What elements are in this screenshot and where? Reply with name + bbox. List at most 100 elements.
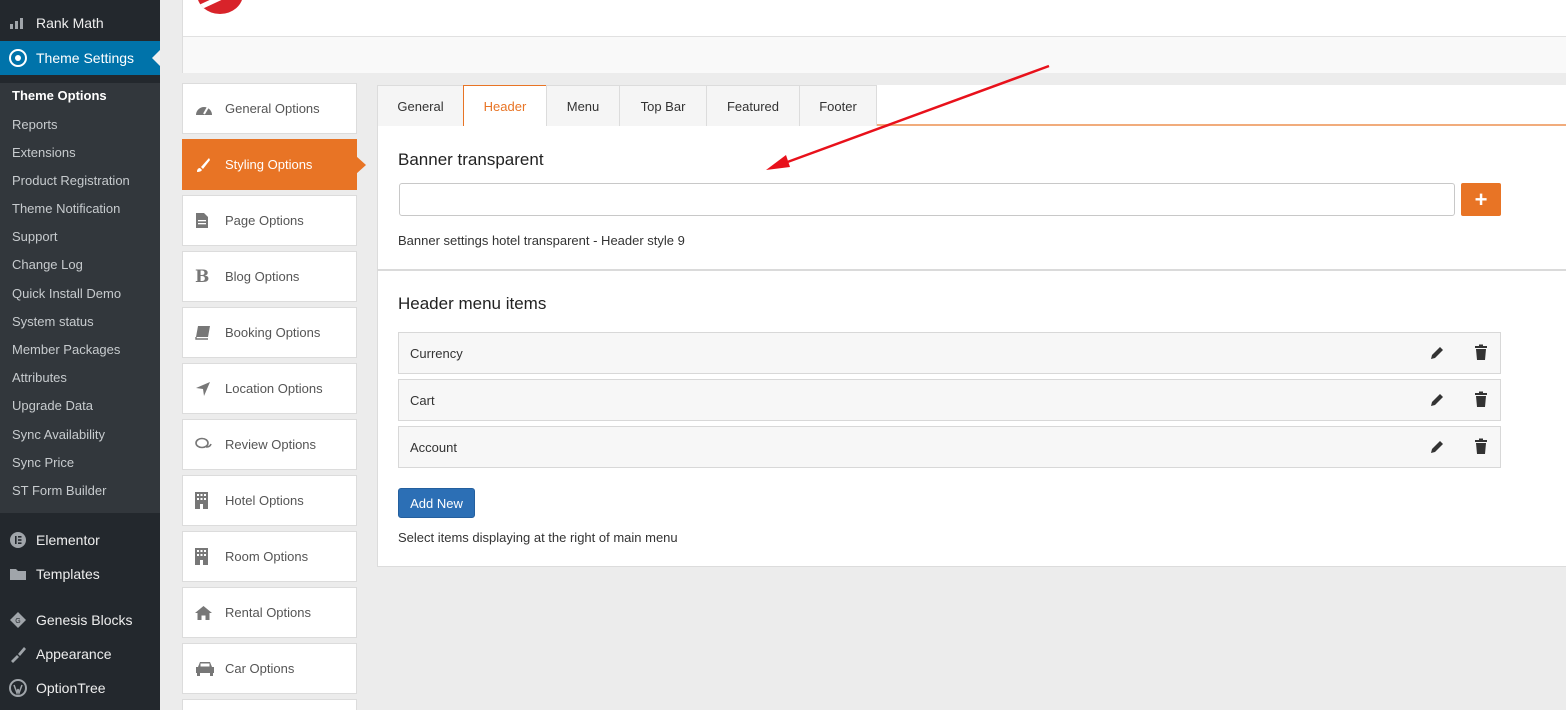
theme-settings-submenu: Theme Options Reports Extensions Product…: [0, 83, 160, 513]
nav-room-options[interactable]: Room Options: [182, 531, 357, 582]
list-item[interactable]: Cart: [398, 379, 1501, 421]
submenu-member-packages[interactable]: Member Packages: [12, 340, 120, 360]
wordpress-icon: [0, 671, 36, 705]
menu-rank-math[interactable]: Rank Math: [0, 6, 160, 40]
list-item-label: Cart: [410, 392, 435, 408]
menu-genesis-blocks[interactable]: G Genesis Blocks: [0, 603, 160, 637]
submenu-sync-price[interactable]: Sync Price: [12, 453, 74, 473]
building-icon: [195, 548, 225, 565]
nav-review-options[interactable]: Review Options: [182, 419, 357, 470]
trash-icon[interactable]: [1472, 391, 1490, 409]
submenu-sync-availability[interactable]: Sync Availability: [12, 425, 105, 445]
file-text-icon: [195, 212, 225, 229]
nav-label: Car Options: [225, 661, 295, 676]
bar-chart-icon: [0, 6, 36, 40]
paintbrush-icon: [0, 637, 36, 671]
nav-item-partial[interactable]: [182, 699, 357, 710]
nav-hotel-options[interactable]: Hotel Options: [182, 475, 357, 526]
paint-brush-icon: [195, 157, 225, 173]
submenu-extensions[interactable]: Extensions: [12, 143, 76, 163]
trash-icon[interactable]: [1472, 344, 1490, 362]
banner-upload-input[interactable]: [399, 183, 1455, 216]
submenu-theme-options[interactable]: Theme Options: [12, 86, 107, 106]
tab-header[interactable]: Header: [463, 85, 547, 126]
menu-label: Rank Math: [36, 15, 104, 31]
tab-top-bar[interactable]: Top Bar: [619, 85, 707, 126]
tab-menu[interactable]: Menu: [546, 85, 620, 126]
menu-label: Appearance: [36, 646, 112, 662]
menu-optiontree[interactable]: OptionTree: [0, 671, 160, 705]
pencil-icon[interactable]: [1428, 344, 1446, 362]
submenu-support[interactable]: Support: [12, 227, 58, 247]
nav-label: Rental Options: [225, 605, 311, 620]
nav-car-options[interactable]: Car Options: [182, 643, 357, 694]
genesis-icon: G: [0, 603, 36, 637]
submenu-quick-install-demo[interactable]: Quick Install Demo: [12, 284, 121, 304]
nav-page-options[interactable]: Page Options: [182, 195, 357, 246]
menu-label: Elementor: [36, 532, 100, 548]
bold-b-icon: B: [195, 266, 210, 287]
submenu-theme-notification[interactable]: Theme Notification: [12, 199, 120, 219]
theme-settings-icon: [0, 41, 36, 75]
header-menu-description: Select items displaying at the right of …: [398, 530, 678, 545]
pencil-icon[interactable]: [1428, 438, 1446, 456]
nav-label: Booking Options: [225, 325, 321, 340]
submenu-product-registration[interactable]: Product Registration: [12, 171, 130, 191]
admin-sidebar: Rank Math Theme Settings Theme Options R…: [0, 0, 160, 710]
banner-description: Banner settings hotel transparent - Head…: [398, 233, 685, 248]
nav-blog-options[interactable]: B Blog Options: [182, 251, 357, 302]
banner-title: Banner transparent: [398, 150, 544, 169]
header-menu-title: Header menu items: [398, 294, 547, 313]
tab-general[interactable]: General: [377, 85, 464, 126]
comments-icon: [195, 437, 225, 452]
nav-booking-options[interactable]: Booking Options: [182, 307, 357, 358]
location-arrow-icon: [195, 381, 225, 397]
add-new-button[interactable]: Add New: [398, 488, 475, 518]
svg-text:G: G: [15, 618, 20, 625]
dashboard-icon: [195, 102, 225, 116]
list-item-label: Account: [410, 439, 457, 455]
list-item[interactable]: Currency: [398, 332, 1501, 374]
nav-location-options[interactable]: Location Options: [182, 363, 357, 414]
nav-styling-options[interactable]: Styling Options: [182, 139, 366, 190]
nav-general-options[interactable]: General Options: [182, 83, 357, 134]
nav-label: Hotel Options: [225, 493, 304, 508]
banner-add-button[interactable]: +: [1461, 183, 1501, 216]
plus-icon: +: [1474, 186, 1488, 212]
building-icon: [195, 492, 225, 509]
trash-icon[interactable]: [1472, 438, 1490, 456]
menu-appearance[interactable]: Appearance: [0, 637, 160, 671]
elementor-icon: [0, 523, 36, 557]
nav-label: Location Options: [225, 381, 323, 396]
car-icon: [195, 661, 225, 676]
tab-footer[interactable]: Footer: [799, 85, 877, 126]
options-header: [182, 0, 1566, 73]
nav-rental-options[interactable]: Rental Options: [182, 587, 357, 638]
menu-templates[interactable]: Templates: [0, 557, 160, 591]
list-item[interactable]: Account: [398, 426, 1501, 468]
options-panel: [377, 85, 1566, 567]
section-divider: [377, 269, 1566, 271]
tab-featured[interactable]: Featured: [706, 85, 800, 126]
submenu-st-form-builder[interactable]: ST Form Builder: [12, 481, 106, 501]
tab-bar: General Header Menu Top Bar Featured Foo…: [377, 85, 877, 126]
list-item-label: Currency: [410, 345, 463, 361]
book-icon: [195, 325, 225, 340]
nav-label: Review Options: [225, 437, 317, 452]
submenu-system-status[interactable]: System status: [12, 312, 94, 332]
nav-label: Blog Options: [225, 269, 300, 284]
submenu-change-log[interactable]: Change Log: [12, 255, 83, 275]
submenu-reports[interactable]: Reports: [12, 115, 58, 135]
nav-label: Styling Options: [225, 157, 313, 172]
nav-label: Room Options: [225, 549, 309, 564]
menu-theme-settings[interactable]: Theme Settings: [0, 41, 160, 75]
menu-elementor[interactable]: Elementor: [0, 523, 160, 557]
theme-logo: [197, 0, 243, 14]
menu-label: Templates: [36, 566, 100, 582]
submenu-attributes[interactable]: Attributes: [12, 368, 67, 388]
pencil-icon[interactable]: [1428, 391, 1446, 409]
folder-icon: [0, 557, 36, 591]
home-icon: [195, 605, 225, 620]
submenu-upgrade-data[interactable]: Upgrade Data: [12, 396, 93, 416]
menu-label: Genesis Blocks: [36, 612, 133, 628]
